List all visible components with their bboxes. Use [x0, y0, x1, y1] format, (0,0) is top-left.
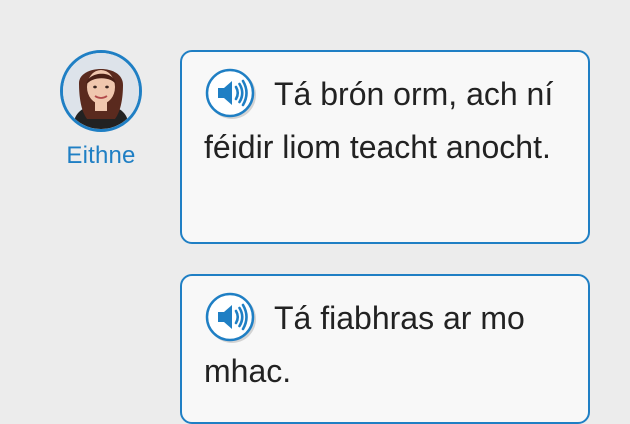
audio-play-button[interactable] — [204, 66, 258, 120]
speaker-block: Eithne — [56, 50, 146, 170]
message-bubble: Tá fiabhras ar mo mhac. — [180, 274, 590, 424]
speaker-audio-icon — [205, 292, 256, 343]
avatar-portrait — [63, 53, 139, 129]
message-bubble: Tá brón orm, ach ní féidir liom teacht a… — [180, 50, 590, 244]
audio-play-button[interactable] — [204, 290, 258, 344]
speaker-audio-icon — [205, 68, 256, 119]
avatar — [60, 50, 142, 132]
speaker-name: Eithne — [66, 142, 136, 169]
